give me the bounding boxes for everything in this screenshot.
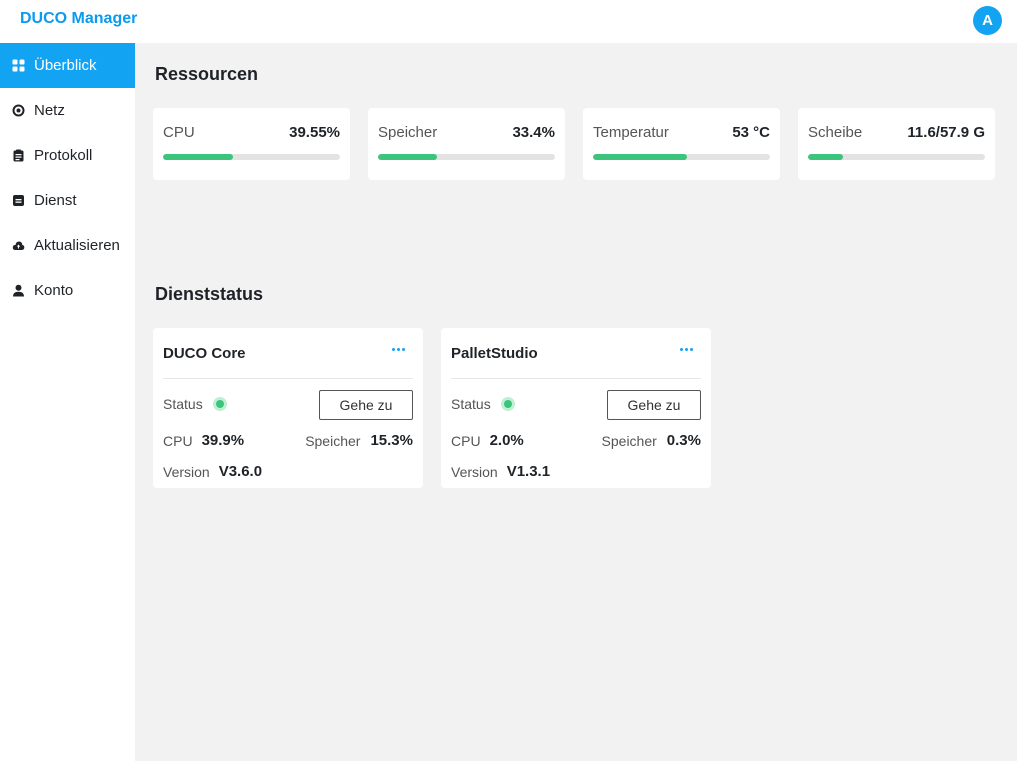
dot-icon (680, 348, 683, 351)
sidebar-item-label: Überblick (34, 57, 97, 74)
progress-bar (593, 154, 770, 160)
memory-label: Speicher (601, 432, 657, 449)
status-label: Status (451, 396, 491, 412)
status-running-icon (212, 397, 227, 411)
goto-button[interactable]: Gehe zu (319, 390, 413, 420)
dot-icon (690, 348, 693, 351)
progress-fill (808, 154, 844, 160)
goto-button[interactable]: Gehe zu (607, 390, 701, 420)
clipboard-icon (12, 149, 25, 162)
user-icon (12, 284, 25, 297)
status-running-icon (500, 397, 515, 411)
service-card-duco-core: DUCO Core Status Gehe zu CPU 39.9% Speic… (153, 328, 423, 488)
sidebar-item-label: Dienst (34, 192, 77, 209)
box-icon (12, 194, 25, 207)
service-name: PalletStudio (451, 345, 538, 362)
cloud-icon (12, 239, 25, 252)
divider (163, 378, 413, 379)
resource-label: Temperatur (593, 124, 669, 141)
service-name: DUCO Core (163, 345, 246, 362)
resource-label: Scheibe (808, 124, 863, 141)
more-options-button[interactable] (678, 344, 695, 355)
sidebar-item-label: Netz (34, 102, 65, 119)
progress-fill (163, 154, 233, 160)
progress-bar (378, 154, 555, 160)
progress-fill (378, 154, 438, 160)
service-status-title: Dienststatus (155, 284, 264, 304)
resource-value: 53 °C (732, 124, 770, 141)
resource-card-temperature: Temperatur 53 °C (583, 108, 780, 180)
version-label: Version (451, 463, 498, 480)
progress-bar (163, 154, 340, 160)
resource-card-cpu: CPU 39.55% (153, 108, 350, 180)
memory-value: 0.3% (666, 432, 701, 449)
resource-label: CPU (163, 124, 195, 141)
dot-icon (397, 348, 400, 351)
dot-icon (685, 348, 688, 351)
dot-icon (402, 348, 405, 351)
dot-icon (392, 348, 395, 351)
sidebar-item-update[interactable]: Aktualisieren (0, 223, 135, 268)
sidebar-item-label: Konto (34, 282, 74, 299)
sidebar-item-label: Protokoll (34, 147, 93, 164)
resource-label: Speicher (378, 124, 438, 141)
version-label: Version (163, 463, 210, 480)
sidebar-item-account[interactable]: Konto (0, 268, 135, 313)
sidebar-item-service[interactable]: Dienst (0, 178, 135, 223)
cpu-label: CPU (163, 432, 193, 449)
resource-card-disk: Scheibe 11.6/57.9 G (798, 108, 995, 180)
resource-value: 33.4% (512, 124, 555, 141)
version-value: V1.3.1 (506, 463, 551, 480)
more-options-button[interactable] (390, 344, 407, 355)
service-card-pallet-studio: PalletStudio Status Gehe zu CPU 2.0% Spe… (441, 328, 711, 488)
user-avatar[interactable]: A (973, 6, 1002, 35)
divider (451, 378, 701, 379)
resource-card-memory: Speicher 33.4% (368, 108, 565, 180)
target-icon (12, 104, 25, 117)
grid-icon (12, 59, 25, 72)
sidebar: Überblick Netz Protokoll Dienst Aktualis… (0, 43, 135, 761)
progress-fill (593, 154, 687, 160)
cpu-label: CPU (451, 432, 481, 449)
cpu-value: 39.9% (201, 432, 245, 449)
cpu-value: 2.0% (489, 432, 524, 449)
resource-value: 11.6/57.9 G (907, 124, 985, 141)
progress-bar (808, 154, 985, 160)
version-value: V3.6.0 (218, 463, 263, 480)
status-label: Status (163, 396, 203, 412)
resource-value: 39.55% (289, 124, 340, 141)
top-bar: DUCO Manager A (0, 0, 1017, 43)
sidebar-item-label: Aktualisieren (34, 237, 120, 254)
resources-title: Ressourcen (155, 64, 259, 84)
memory-value: 15.3% (370, 432, 413, 449)
sidebar-item-log[interactable]: Protokoll (0, 133, 135, 178)
memory-label: Speicher (305, 432, 361, 449)
app-title[interactable]: DUCO Manager (20, 10, 137, 28)
sidebar-item-network[interactable]: Netz (0, 88, 135, 133)
sidebar-item-overview[interactable]: Überblick (0, 43, 135, 88)
